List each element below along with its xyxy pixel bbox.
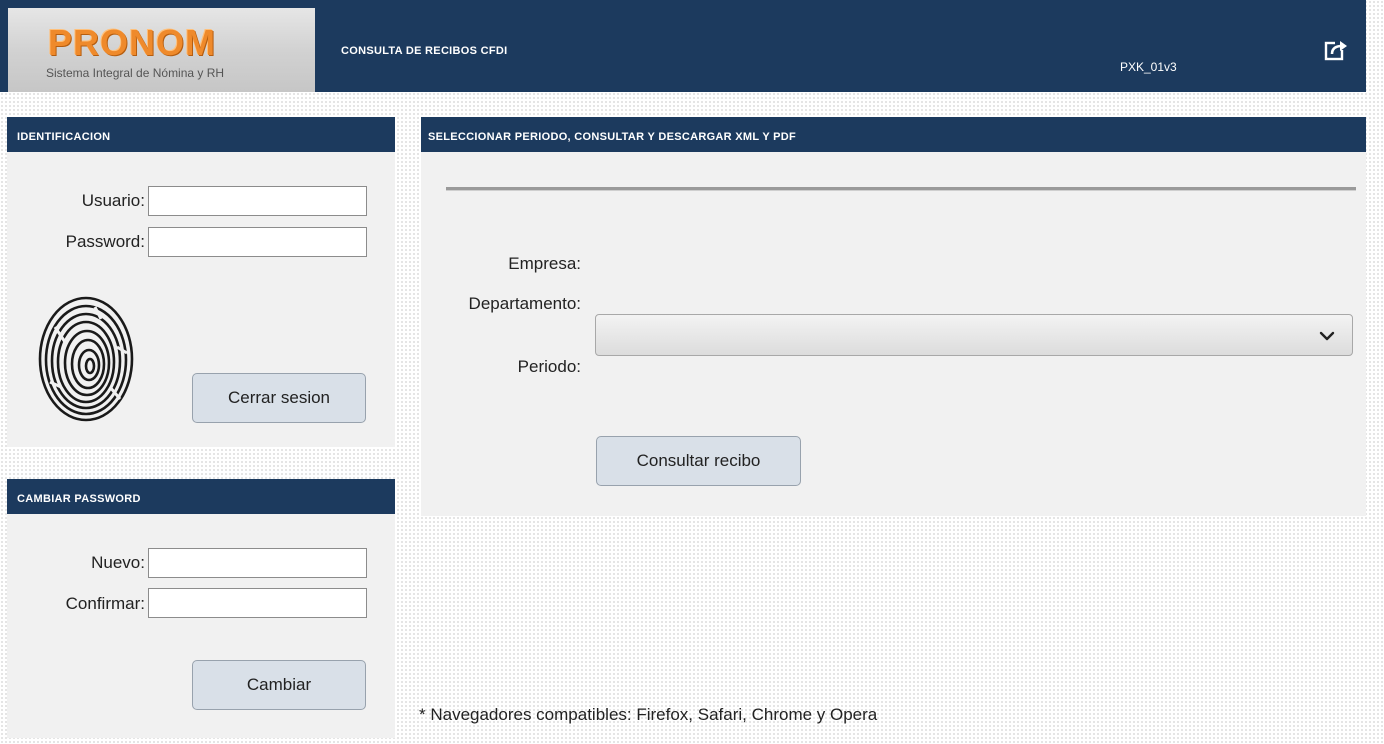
usuario-input[interactable]	[148, 186, 367, 216]
identificacion-title: IDENTIFICACION	[7, 117, 395, 152]
password-input[interactable]	[148, 227, 367, 257]
nuevo-label: Nuevo:	[91, 553, 145, 572]
empresa-label: Empresa:	[508, 254, 581, 273]
divider	[446, 187, 1356, 191]
consultar-recibo-button[interactable]: Consultar recibo	[596, 436, 801, 486]
logo-text: PRONOM	[48, 22, 216, 63]
usuario-label: Usuario:	[81, 191, 145, 210]
app-title: CONSULTA DE RECIBOS CFDI	[341, 45, 508, 57]
chevron-down-icon	[1318, 327, 1336, 345]
consulta-title: SELECCIONAR PERIODO, CONSULTAR Y DESCARG…	[421, 117, 1366, 152]
identificacion-panel: IDENTIFICACION Usuario: Password: Cerrar…	[7, 117, 395, 447]
cerrar-sesion-button[interactable]: Cerrar sesion	[192, 373, 366, 423]
top-header: PRONOM Sistema Integral de Nómina y RH C…	[0, 0, 1366, 92]
departamento-label: Departamento:	[468, 294, 581, 313]
confirmar-password-input[interactable]	[148, 588, 367, 618]
nuevo-password-input[interactable]	[148, 548, 367, 578]
periodo-select[interactable]	[595, 314, 1353, 356]
consulta-panel: SELECCIONAR PERIODO, CONSULTAR Y DESCARG…	[421, 117, 1366, 516]
cambiar-password-panel: CAMBIAR PASSWORD Nuevo: Confirmar: Cambi…	[7, 479, 395, 738]
cambiar-button[interactable]: Cambiar	[192, 660, 366, 710]
logout-share-icon[interactable]	[1322, 35, 1350, 63]
periodo-label: Periodo:	[517, 357, 581, 376]
fingerprint-icon	[35, 287, 139, 423]
password-label: Password:	[65, 232, 145, 251]
browser-compat-note: * Navegadores compatibles: Firefox, Safa…	[419, 705, 878, 724]
version-label: PXK_01v3	[1120, 60, 1177, 74]
confirmar-label: Confirmar:	[65, 594, 145, 613]
logo-subtitle: Sistema Integral de Nómina y RH	[46, 66, 225, 80]
cambiar-password-title: CAMBIAR PASSWORD	[7, 479, 395, 514]
logo: PRONOM Sistema Integral de Nómina y RH	[8, 8, 315, 92]
